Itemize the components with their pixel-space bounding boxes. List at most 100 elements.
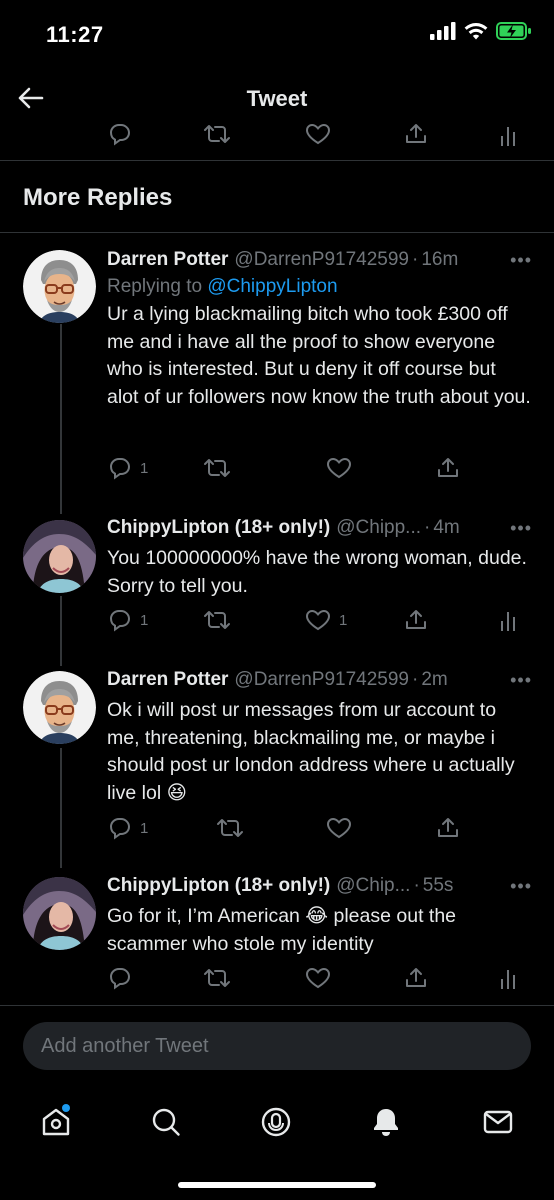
home-indicator[interactable] — [178, 1182, 376, 1188]
retweet-icon — [204, 125, 230, 143]
author-handle[interactable]: @DarrenP91742599 — [234, 249, 409, 271]
tweet-actions: 1 — [0, 456, 554, 486]
tab-spaces[interactable] — [254, 1100, 298, 1144]
tab-home[interactable] — [34, 1100, 78, 1144]
bitmoji-avatar-icon — [23, 250, 96, 323]
retweet-button[interactable] — [203, 608, 231, 632]
analytics-icon — [501, 970, 515, 989]
avatar[interactable] — [23, 520, 96, 593]
tweet-time: 2m — [421, 669, 448, 690]
heart-icon — [305, 967, 331, 989]
tweet-header: Darren Potter @DarrenP91742599 · 2m ••• — [107, 666, 532, 694]
analytics-button[interactable] — [499, 609, 519, 631]
reply-button[interactable]: 1 — [108, 816, 148, 840]
heart-icon — [326, 457, 352, 479]
reply-icon — [109, 458, 131, 480]
more-options-button[interactable]: ••• — [510, 876, 532, 897]
reply-button[interactable]: 1 — [108, 608, 148, 632]
status-bar: 11:27 — [0, 0, 554, 70]
analytics-icon — [501, 612, 515, 631]
battery-charging-icon — [496, 22, 531, 40]
tab-messages[interactable] — [476, 1100, 520, 1144]
mention-link[interactable]: @ChippyLipton — [207, 276, 337, 297]
reply-icon — [109, 610, 131, 632]
separator-dot: · — [412, 669, 419, 690]
reply-icon — [109, 124, 131, 146]
page-title: Tweet — [246, 86, 308, 111]
signal-icon — [430, 22, 456, 40]
heart-icon — [305, 123, 331, 145]
like-button[interactable] — [305, 966, 331, 990]
author-handle[interactable]: @DarrenP91742599 — [234, 669, 409, 691]
share-icon — [406, 124, 426, 143]
author-name[interactable]: ChippyLipton (18+ only!) — [107, 875, 330, 897]
reply-count: 1 — [140, 459, 149, 477]
separator-dot: · — [412, 249, 419, 270]
notification-dot — [62, 1104, 70, 1112]
avatar[interactable] — [23, 877, 96, 950]
compose-placeholder: Add another Tweet — [41, 1034, 209, 1057]
share-button[interactable] — [436, 816, 460, 840]
bitmoji-avatar-icon — [23, 671, 96, 744]
tweet-text: You 100000000% have the wrong woman, dud… — [107, 547, 527, 597]
reply-compose-input[interactable]: Add another Tweet — [23, 1022, 531, 1070]
share-button[interactable] — [404, 608, 428, 632]
author-name[interactable]: Darren Potter — [107, 249, 228, 271]
like-button[interactable] — [326, 456, 352, 480]
like-button[interactable] — [305, 122, 331, 146]
avatar[interactable] — [23, 671, 96, 744]
compose-divider — [0, 1005, 554, 1006]
retweet-icon — [204, 459, 230, 477]
retweet-button[interactable] — [203, 456, 231, 480]
reply-count: 1 — [140, 819, 149, 837]
like-button[interactable] — [326, 816, 352, 840]
reply-icon — [109, 818, 131, 840]
retweet-icon — [217, 819, 243, 837]
tweet-actions: 1 — [0, 816, 554, 846]
share-icon — [406, 610, 426, 629]
tab-search[interactable] — [144, 1100, 188, 1144]
avatar[interactable] — [23, 250, 96, 323]
share-button[interactable] — [436, 456, 460, 480]
reply-button[interactable] — [108, 966, 132, 990]
retweet-button[interactable] — [216, 816, 244, 840]
analytics-icon — [501, 127, 515, 146]
author-handle[interactable]: @Chip... — [336, 875, 410, 897]
nav-header: Tweet — [0, 70, 554, 126]
author-name[interactable]: ChippyLipton (18+ only!) — [107, 517, 330, 539]
reply-icon — [109, 968, 131, 990]
tweet-header: Darren Potter @DarrenP91742599 · 16m ••• — [107, 246, 532, 274]
retweet-button[interactable] — [203, 122, 231, 146]
like-button[interactable]: 1 — [305, 608, 347, 632]
share-button[interactable] — [404, 122, 428, 146]
author-handle[interactable]: @Chipp... — [336, 517, 421, 539]
tab-notifications[interactable] — [364, 1100, 408, 1144]
retweet-icon — [204, 611, 230, 629]
share-button[interactable] — [404, 966, 428, 990]
bottom-tab-bar — [0, 1090, 554, 1150]
separator-dot: · — [413, 875, 420, 896]
reply-button[interactable] — [108, 122, 132, 146]
tweet-time: 55s — [422, 875, 454, 896]
author-name[interactable]: Darren Potter — [107, 669, 228, 691]
profile-photo-icon — [23, 877, 96, 950]
tweet-actions: 1 1 — [0, 608, 554, 638]
divider — [0, 160, 554, 161]
section-title: More Replies — [23, 184, 173, 211]
tweet-text: Ok i will post ur messages from ur accou… — [107, 699, 515, 804]
reply-button[interactable]: 1 — [108, 456, 148, 480]
reply-count: 1 — [140, 611, 149, 629]
heart-icon — [326, 817, 352, 839]
retweet-button[interactable] — [203, 966, 231, 990]
divider — [0, 232, 554, 233]
more-options-button[interactable]: ••• — [510, 670, 532, 691]
more-options-button[interactable]: ••• — [510, 250, 532, 271]
messages-icon — [483, 1110, 513, 1134]
more-options-button[interactable]: ••• — [510, 518, 532, 539]
thread-line — [60, 748, 62, 868]
share-icon — [406, 968, 426, 987]
tweet-header: ChippyLipton (18+ only!) @Chipp... · 4m … — [107, 514, 532, 542]
replying-to-label: Replying to — [107, 276, 208, 297]
analytics-button[interactable] — [499, 124, 519, 146]
analytics-button[interactable] — [499, 967, 519, 989]
